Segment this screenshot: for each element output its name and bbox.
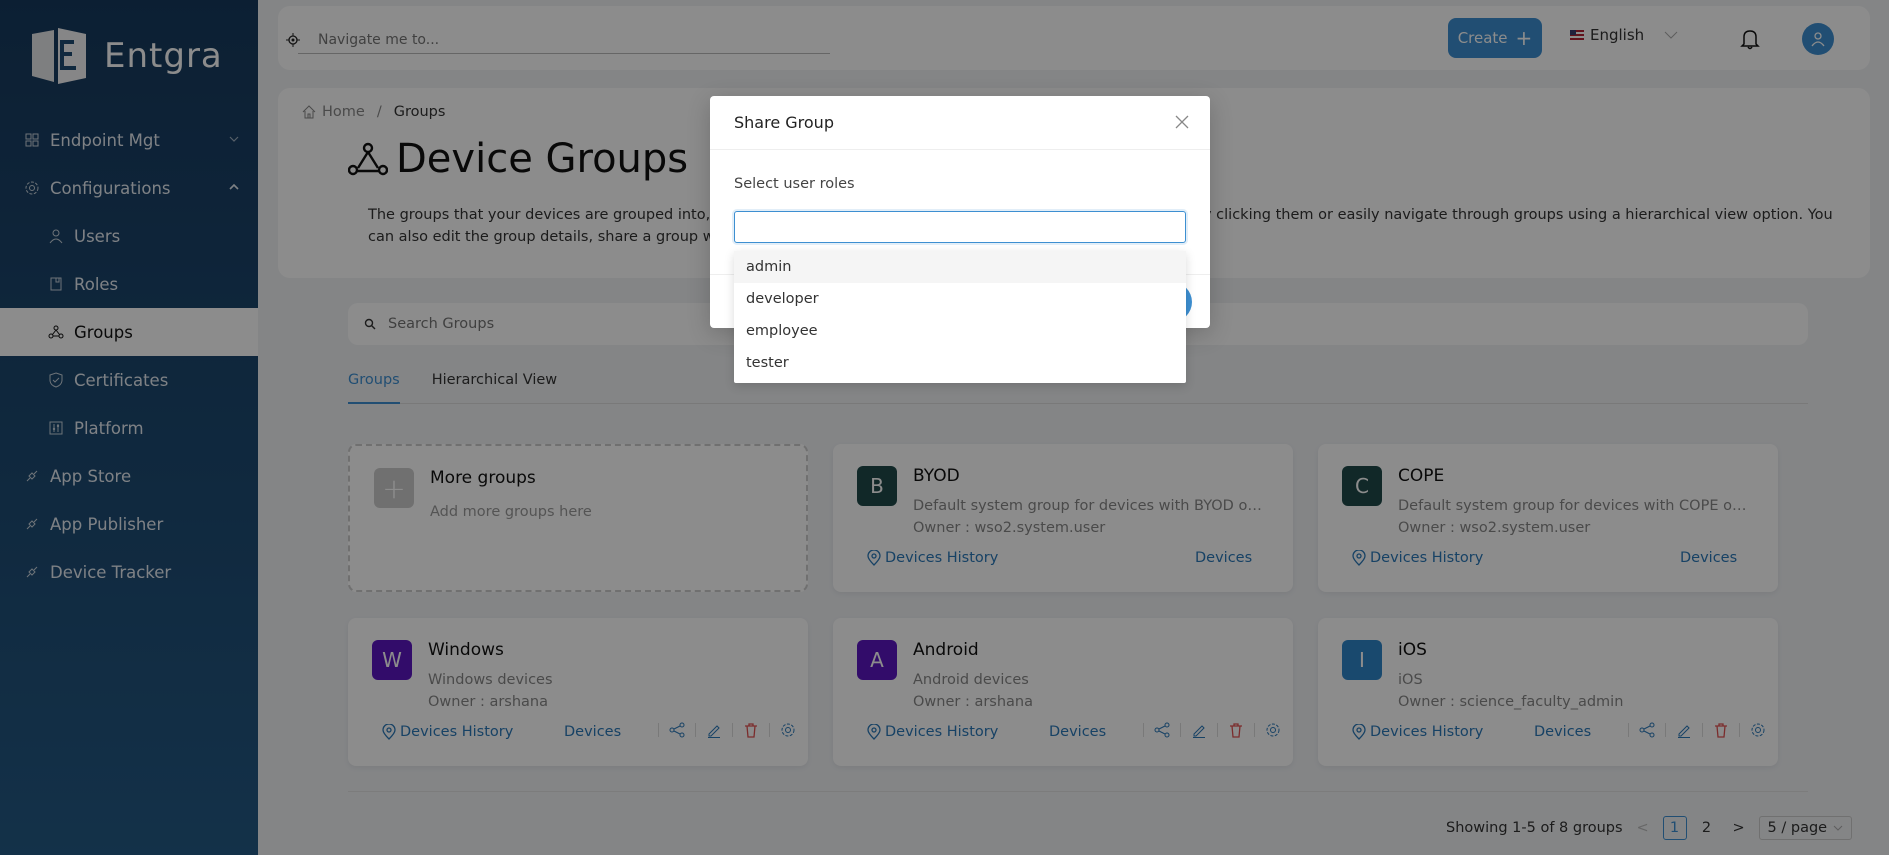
role-option-developer[interactable]: developer [734, 283, 1186, 315]
user-roles-select-input[interactable] [734, 211, 1186, 243]
role-option-admin[interactable]: admin [734, 251, 1186, 283]
modal-title: Share Group [734, 113, 834, 132]
user-roles-label: Select user roles [734, 176, 855, 192]
role-option-employee[interactable]: employee [734, 315, 1186, 347]
role-option-tester[interactable]: tester [734, 347, 1186, 379]
modal-header: Share Group [710, 96, 1210, 150]
user-roles-dropdown: admin developer employee tester [734, 251, 1186, 383]
close-icon[interactable] [1174, 114, 1190, 130]
